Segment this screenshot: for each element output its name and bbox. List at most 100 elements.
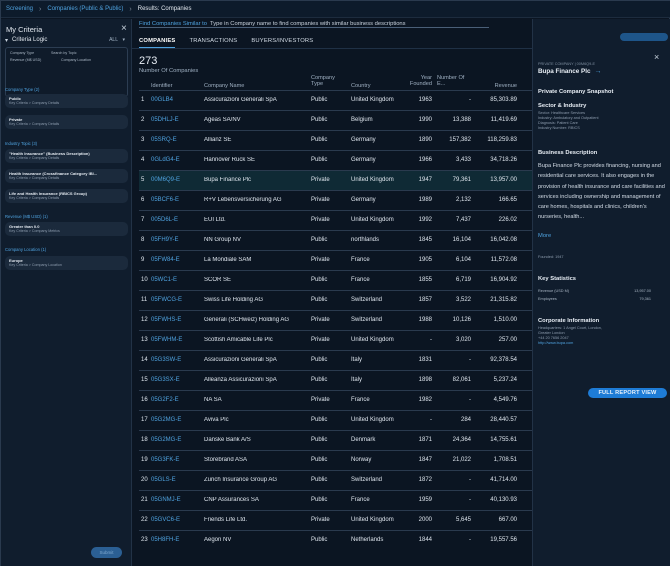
table-row[interactable]: 13 05FWHM-E Scottish Amicable Life Plc Priv… (139, 330, 532, 350)
submit-button[interactable]: Submit (91, 547, 122, 558)
table-row[interactable]: 17 05G2MG-E Aviva Plc Public United Kingdom -… (139, 410, 532, 430)
row-identifier[interactable]: 00GLB4 (151, 97, 173, 103)
logic-item: Revenue (M$ USD) (10, 58, 42, 62)
section-heading-company-type: Company Type (2) (5, 87, 40, 92)
row-identifier[interactable]: 0GLdG4-E (151, 157, 180, 163)
row-identifier[interactable]: 05FWHS-E (151, 317, 181, 323)
criteria-logic-value[interactable]: ALL (109, 37, 118, 43)
col-year-founded[interactable]: Year Founded (407, 75, 432, 87)
row-revenue: 19,557.56 (490, 537, 517, 543)
row-identifier[interactable]: 05G2F2-E (151, 397, 179, 403)
row-employees: 5,645 (455, 517, 471, 523)
col-identifier[interactable]: Identifier (151, 83, 172, 89)
row-identifier[interactable]: 05FWCG-E (151, 297, 182, 303)
row-company-type: Public (311, 157, 328, 163)
table-row[interactable]: 3 05SRQ-E Allianz SE Public Germany 1890 157,3… (139, 130, 532, 150)
row-employees: 284 (460, 417, 471, 423)
criteria-card[interactable]: Public Key Criteria > Company Details (5, 94, 128, 108)
criteria-card[interactable]: Health Insurance (Crossfinance Category … (5, 169, 128, 183)
chevron-down-icon[interactable]: ▾ (122, 37, 125, 43)
criteria-card[interactable]: Private Key Criteria > Company Details (5, 115, 128, 129)
row-revenue: 16,904.92 (490, 277, 517, 283)
row-identifier[interactable]: 05G2MG-E (151, 437, 181, 443)
table-row[interactable]: 21 05GNMJ-E CNP Assurances SA Public France 1… (139, 490, 532, 510)
table-row[interactable]: 7 005D6L-E EUI Ltd. Private United Kingdom 19… (139, 210, 532, 230)
row-identifier[interactable]: 05G3SX-E (151, 377, 180, 383)
table-row[interactable]: 2 05DHLJ-E Ageas SA/NV Public Belgium 1990 13,… (139, 110, 532, 130)
col-company-name[interactable]: Company Name (204, 83, 244, 89)
table-row[interactable]: 15 05G3SX-E Alleanza Assicurazioni SpA Publ… (139, 370, 532, 390)
criteria-card[interactable]: "Health Insurance" (Business Description… (5, 149, 128, 163)
website-link[interactable]: http://www.bupa.com (538, 341, 602, 346)
col-company-type[interactable]: Company Type (311, 75, 339, 87)
table-row[interactable]: 22 05GVC6-E Friends Life Ltd. Private United… (139, 510, 532, 530)
row-identifier[interactable]: 05G3FK-E (151, 457, 179, 463)
table-row[interactable]: 9 05FW84-E La Mondiale SAM Private France 190… (139, 250, 532, 270)
criteria-logic-toggle[interactable]: ▾ Criteria Logic ALL ▾ (5, 35, 128, 45)
table-row[interactable]: 12 05FWHS-E Generali (SCHweiz) Holding AG P… (139, 310, 532, 330)
row-company-name: Scottish Amicable Life Plc (204, 337, 273, 343)
tab-transactions[interactable]: TRANSACTIONS (189, 38, 237, 48)
close-icon[interactable]: × (121, 23, 127, 34)
tab-buyers-investors[interactable]: BUYERS/INVESTORS (251, 38, 313, 48)
row-year-founded: - (430, 417, 432, 423)
row-identifier[interactable]: 05FH9Y-E (151, 237, 178, 243)
col-country[interactable]: Country (351, 83, 371, 89)
row-year-founded: 1845 (418, 237, 432, 243)
row-number: 8 (141, 237, 145, 243)
criteria-card[interactable]: Greater than 0.0 Key Criteria > Company … (5, 222, 128, 236)
row-company-type: Public (311, 97, 328, 103)
row-identifier[interactable]: 005D6L-E (151, 217, 178, 223)
app-window: Screening › Companies (Public & Public) … (0, 0, 670, 566)
table-row[interactable]: 4 0GLdG4-E Hannover Ruck SE Public Germany 19… (139, 150, 532, 170)
row-identifier[interactable]: 05DHLJ-E (151, 117, 179, 123)
row-identifier[interactable]: 05GNMJ-E (151, 497, 181, 503)
row-company-type: Private (311, 257, 330, 263)
tab-companies[interactable]: COMPANIES (139, 38, 176, 48)
criteria-card[interactable]: Europe Key Criteria > Company Location (5, 256, 128, 270)
company-name-link[interactable]: Bupa Finance Plc → (538, 68, 602, 75)
row-number: 15 (141, 377, 148, 383)
table-row[interactable]: 16 05G2F2-E NA SA Private France 1982 - 4,549.7… (139, 390, 532, 410)
row-identifier[interactable]: 05FWHM-E (151, 337, 182, 343)
full-report-view-button[interactable]: FULL REPORT VIEW (588, 388, 667, 398)
panel-action-button[interactable] (620, 33, 668, 41)
row-identifier[interactable]: 05GVC6-E (151, 517, 180, 523)
row-company-type: Public (311, 497, 328, 503)
row-identifier[interactable]: 05SRQ-E (151, 137, 177, 143)
similar-company-search[interactable]: Find Companies Similar to Type in Compan… (139, 20, 489, 28)
row-identifier[interactable]: 05GLS-E (151, 477, 176, 483)
close-icon[interactable]: × (654, 52, 659, 62)
row-identifier[interactable]: 05H8FH-E (151, 537, 179, 543)
row-identifier[interactable]: 05BCF6-E (151, 197, 179, 203)
col-employees[interactable]: Number Of E... (437, 75, 465, 87)
table-row[interactable]: 5 00M6Q9-E Bupa Finance Plc Private United K… (139, 170, 532, 190)
search-placeholder[interactable]: Type in Company name to find companies w… (210, 21, 406, 27)
breadcrumb-screening[interactable]: Screening (6, 6, 33, 12)
table-row[interactable]: 19 05G3FK-E Storebrand ASA Public Norway 1847… (139, 450, 532, 470)
row-identifier[interactable]: 05G3SW-E (151, 357, 181, 363)
breadcrumb-companies[interactable]: Companies (Public & Public) (47, 6, 123, 12)
table-row[interactable]: 8 05FH9Y-E NN Group NV Public northlands 1845… (139, 230, 532, 250)
row-employees: 21,022 (452, 457, 471, 463)
table-row[interactable]: 1 00GLB4 Assicurazioni Generali SpA Public U… (139, 90, 532, 110)
row-identifier[interactable]: 05FW84-E (151, 257, 180, 263)
table-row[interactable]: 23 05H8FH-E Aegon NV Public Netherlands 1844 -… (139, 530, 532, 550)
row-identifier[interactable]: 05G2MG-E (151, 417, 181, 423)
table-row[interactable]: 10 05WC1-E SCOR SE Public France 1855 6,719 16,… (139, 270, 532, 290)
more-link[interactable]: More (538, 233, 551, 239)
row-number: 16 (141, 397, 148, 403)
table-row[interactable]: 18 05G2MG-E Danske Bank A/S Public Denmark 18… (139, 430, 532, 450)
col-revenue[interactable]: Revenue (479, 83, 517, 89)
row-company-type: Public (311, 437, 328, 443)
row-country: France (351, 277, 370, 283)
table-row[interactable]: 6 05BCF6-E R+V Lebensversicherung AG Privat… (139, 190, 532, 210)
table-row[interactable]: 20 05GLS-E Zurich Insurance Group AG Public… (139, 470, 532, 490)
sector-line: Industry Number: RBICS (538, 126, 580, 130)
table-row[interactable]: 11 05FWCG-E Swiss Life Holding AG Public Swi… (139, 290, 532, 310)
table-row[interactable]: 14 05G3SW-E Assicurazioni Generali SpA Publ… (139, 350, 532, 370)
criteria-card[interactable]: Life and Health Insurance (RBICS Group) … (5, 189, 128, 203)
criteria-sidebar: My Criteria × ▾ Criteria Logic ALL ▾ Com… (1, 19, 132, 566)
row-identifier[interactable]: 05WC1-E (151, 277, 177, 283)
row-identifier[interactable]: 00M6Q9-E (151, 177, 180, 183)
